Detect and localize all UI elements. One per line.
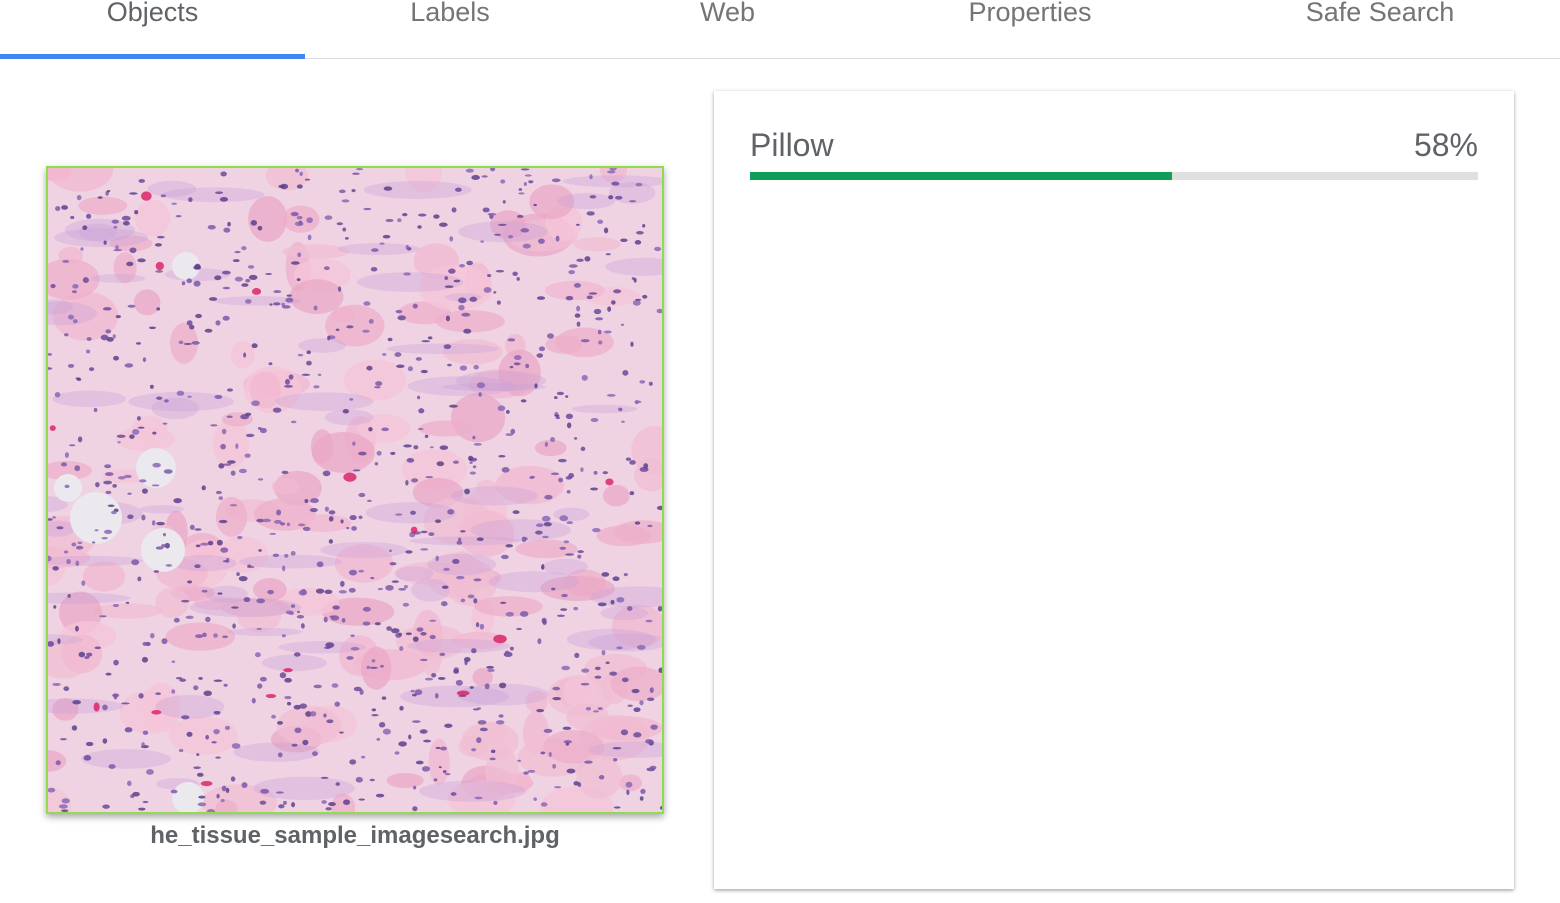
tab-objects[interactable]: Objects	[0, 0, 305, 58]
detected-object-image[interactable]	[46, 166, 664, 814]
confidence-bar-track	[750, 172, 1478, 180]
image-filename: he_tissue_sample_imagesearch.jpg	[150, 822, 560, 849]
tab-labels-label: Labels	[410, 0, 490, 27]
tissue-sample-image	[48, 168, 662, 812]
confidence-bar-fill	[750, 172, 1173, 180]
tab-properties[interactable]: Properties	[860, 0, 1200, 58]
tab-labels[interactable]: Labels	[305, 0, 595, 58]
tab-web-label: Web	[699, 0, 756, 27]
result-name: Pillow	[750, 127, 834, 163]
tab-safe-search-label: Safe Search	[1305, 0, 1455, 27]
tab-bar: Objects Labels Web Properties Safe Searc…	[0, 0, 1560, 59]
tab-properties-label: Properties	[968, 0, 1092, 27]
results-card: Pillow 58%	[714, 91, 1514, 889]
active-tab-indicator	[0, 54, 305, 59]
tab-web[interactable]: Web	[595, 0, 860, 58]
tab-objects-label: Objects	[106, 0, 199, 27]
tab-safe-search[interactable]: Safe Search	[1200, 0, 1560, 58]
result-score: 58%	[1413, 127, 1478, 163]
